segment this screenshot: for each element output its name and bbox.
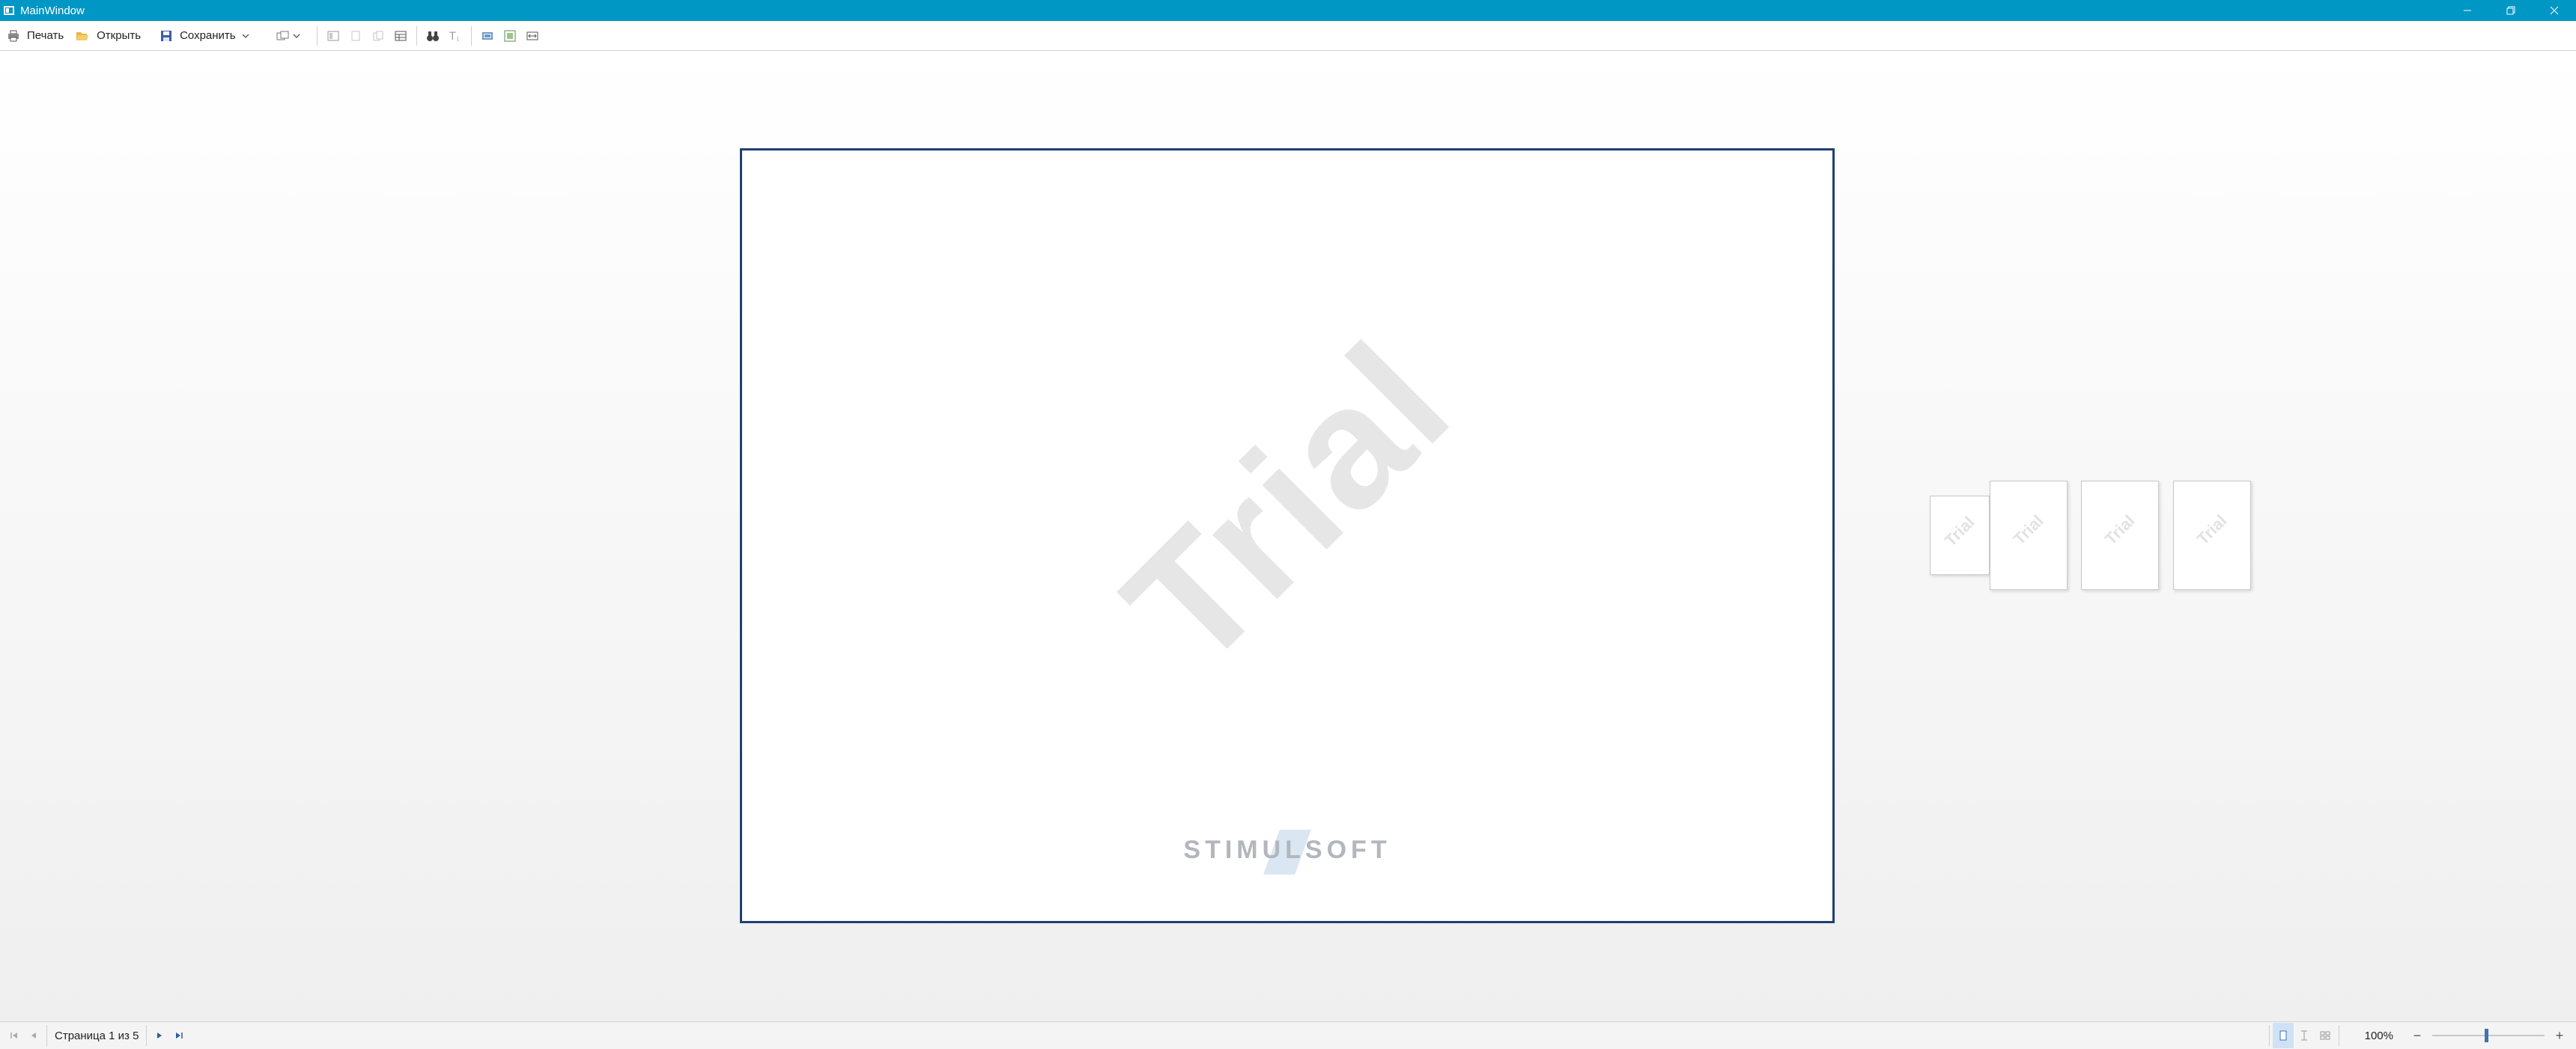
prev-page-button[interactable]	[24, 1024, 43, 1047]
trial-watermark: Trial	[1088, 306, 1486, 704]
page-thumbnail[interactable]: Trial	[1990, 481, 2068, 590]
statusbar-separator	[146, 1025, 148, 1046]
logo-text: STIMULSOFT	[1183, 836, 1391, 864]
restore-icon	[2506, 6, 2515, 15]
first-page-icon	[10, 1033, 17, 1039]
continuous-icon	[2300, 1030, 2307, 1041]
zoom-slider[interactable]	[2432, 1029, 2545, 1042]
minimize-icon	[2464, 10, 2471, 11]
find-button[interactable]	[424, 24, 442, 48]
svg-text:I: I	[457, 36, 458, 42]
title-bar: MainWindow	[0, 0, 2576, 21]
next-page-icon	[157, 1033, 162, 1039]
table-view-button[interactable]	[392, 24, 410, 48]
zoom-label: 100%	[2364, 1029, 2393, 1042]
thumbnail-watermark: Trial	[2100, 511, 2139, 549]
one-page-button[interactable]	[501, 24, 519, 48]
bookmarks-button[interactable]	[324, 24, 342, 48]
continuous-view-button[interactable]	[2294, 1023, 2315, 1048]
multi-page-icon	[2320, 1031, 2330, 1040]
save-button[interactable]: Сохранить	[156, 24, 261, 48]
parameters-icon	[351, 31, 360, 40]
chevron-down-icon	[242, 34, 249, 38]
print-button[interactable]: Печать	[3, 24, 68, 48]
statusbar-separator	[46, 1025, 47, 1046]
svg-text:T: T	[449, 31, 456, 42]
zoom-in-button[interactable]: +	[2552, 1028, 2567, 1044]
parameters-button[interactable]	[347, 24, 365, 48]
toolbar-separator	[416, 25, 417, 46]
window-controls	[2446, 0, 2576, 21]
page-thumbnail[interactable]: Trial	[1930, 496, 1990, 575]
toolbar-separator	[470, 25, 472, 46]
next-page-button[interactable]	[150, 1024, 169, 1047]
save-icon	[161, 30, 172, 41]
thumbnail-watermark: Trial	[2193, 511, 2231, 549]
first-page-button[interactable]	[4, 1024, 24, 1047]
view-controls: 100% − +	[2266, 1022, 2576, 1049]
page-info: Страница 1 из 5	[55, 1029, 139, 1042]
page-width-button[interactable]	[523, 24, 541, 48]
close-icon	[2550, 6, 2559, 15]
single-page-icon	[2279, 1030, 2287, 1041]
open-label: Открыть	[97, 29, 142, 42]
close-button[interactable]	[2533, 0, 2576, 21]
report-page: Trial STIMULSOFT	[740, 148, 1835, 923]
restore-button[interactable]	[2489, 0, 2533, 21]
thumbnails-button[interactable]	[369, 24, 387, 48]
zoom-out-button[interactable]: −	[2410, 1028, 2425, 1044]
send-email-button[interactable]	[272, 24, 312, 48]
full-screen-icon	[482, 31, 493, 40]
status-bar: Страница 1 из 5 100% − +	[0, 1021, 2576, 1049]
editor-button[interactable]: TI	[446, 24, 464, 48]
window-title: MainWindow	[20, 4, 85, 17]
print-label: Печать	[27, 29, 64, 42]
zoom-slider-thumb[interactable]	[2485, 1029, 2488, 1042]
multiple-pages-view-button[interactable]	[2315, 1023, 2336, 1048]
thumbnails-icon	[373, 31, 383, 40]
toolbar: Печать Открыть Сохранить T I	[0, 21, 2576, 51]
printer-icon	[8, 30, 19, 41]
bookmarks-icon	[327, 31, 339, 40]
report-viewer[interactable]: Trial STIMULSOFT Trial Trial Trial Trial	[0, 51, 2576, 1021]
toolbar-separator	[316, 25, 318, 46]
page-thumbnail[interactable]: Trial	[2081, 481, 2159, 590]
last-page-button[interactable]	[169, 1024, 189, 1047]
send-icon	[276, 31, 289, 40]
page-thumbnail[interactable]: Trial	[2173, 481, 2251, 590]
table-icon	[395, 31, 407, 40]
app-icon	[4, 6, 14, 15]
statusbar-separator	[2268, 1025, 2270, 1046]
single-page-view-button[interactable]	[2272, 1023, 2294, 1048]
stimulsoft-logo: STIMULSOFT	[1183, 830, 1391, 875]
last-page-icon	[176, 1033, 183, 1039]
thumbnail-watermark: Trial	[1940, 512, 1978, 550]
save-label: Сохранить	[180, 29, 236, 42]
thumbnail-watermark: Trial	[2009, 511, 2047, 549]
full-screen-button[interactable]	[479, 24, 496, 48]
one-page-icon	[504, 30, 516, 41]
minimize-button[interactable]	[2446, 0, 2489, 21]
binoculars-icon	[426, 31, 439, 41]
chevron-down-icon	[293, 34, 300, 38]
folder-open-icon	[76, 31, 89, 40]
text-editor-icon: TI	[449, 31, 458, 42]
prev-page-icon	[31, 1033, 36, 1039]
open-button[interactable]: Открыть	[71, 24, 145, 48]
page-width-icon	[526, 31, 538, 40]
